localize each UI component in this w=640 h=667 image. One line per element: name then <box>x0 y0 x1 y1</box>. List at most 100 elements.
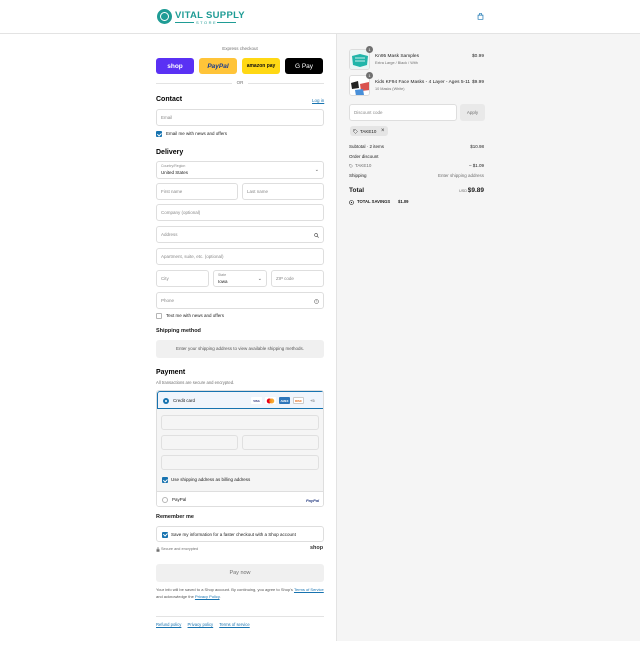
first-name-field[interactable]: First name <box>156 183 238 200</box>
order-discount-label: Order discount <box>349 154 379 159</box>
remember-me-heading: Remember me <box>156 514 194 520</box>
svg-text:?: ? <box>316 300 318 304</box>
terms-text-2: and acknowledge the <box>156 593 194 599</box>
privacy-policy-footer-link[interactable]: Privacy policy <box>188 622 214 627</box>
terms-of-service-link[interactable]: Terms of Service <box>294 587 324 592</box>
state-select[interactable]: State Iowa ⌄ <box>213 270 267 287</box>
paypal-button[interactable]: PayPal <box>199 58 237 74</box>
city-placeholder: City <box>161 276 169 281</box>
terms-of-service-footer-link[interactable]: Terms of service <box>219 622 249 627</box>
text-offers-label: Text me with news and offers <box>166 313 224 318</box>
visa-icon: VISA <box>251 397 262 404</box>
total-savings-label: TOTAL SAVINGS <box>357 199 391 204</box>
last-name-field[interactable]: Last name <box>242 183 324 200</box>
more-cards-count: +5 <box>310 398 315 403</box>
total-value: $9.89 <box>467 187 484 194</box>
savings-tag-icon <box>349 199 354 205</box>
item-name: Kn95 Mask Samples <box>375 54 419 59</box>
applied-discount-code: TAKE10 <box>355 163 372 168</box>
shop-pay-button[interactable]: shop <box>156 58 194 74</box>
tag-icon <box>349 164 353 168</box>
name-on-card-field[interactable] <box>161 455 319 470</box>
pay-now-button[interactable]: Pay now <box>156 564 324 582</box>
help-icon[interactable]: ? <box>314 299 319 304</box>
subtotal-value: $10.98 <box>470 144 484 149</box>
currency-code: USD <box>458 189 467 193</box>
shipping-method-notice: Enter your shipping address to view avai… <box>156 340 324 358</box>
privacy-policy-link[interactable]: Privacy Policy <box>195 594 220 599</box>
expiration-date-field[interactable] <box>161 435 238 450</box>
country-value: United States <box>161 170 189 175</box>
address-placeholder: Address <box>161 232 178 237</box>
login-link[interactable]: Log in <box>312 98 324 103</box>
chevron-down-icon: ⌄ <box>314 167 319 173</box>
amazon-pay-button[interactable]: amazon pay <box>242 58 280 74</box>
email-news-label: Email me with news and offers <box>166 131 227 136</box>
logo-rule-left <box>175 22 194 23</box>
country-label: Country/Region <box>161 164 186 168</box>
brand-subtitle: STORE <box>196 20 218 25</box>
address-field[interactable]: Address <box>156 226 324 243</box>
apply-discount-button[interactable]: Apply <box>460 104 485 121</box>
footer-links: Refund policy Privacy policy Terms of se… <box>156 622 255 627</box>
credit-card-form: Use shipping address as billing address <box>157 409 323 491</box>
first-name-placeholder: First name <box>161 189 183 194</box>
save-info-checkbox[interactable] <box>162 531 168 538</box>
credit-card-label: Credit card <box>173 398 196 403</box>
total-savings-row: TOTAL SAVINGS $1.09 <box>349 199 484 206</box>
phone-placeholder: Phone <box>161 298 175 303</box>
order-discount-row: Order discount <box>349 154 484 161</box>
secure-encrypted-label: Secure and encrypted <box>161 547 199 551</box>
credit-card-radio[interactable] <box>163 397 169 404</box>
zip-placeholder: ZIP code <box>276 276 294 281</box>
discount-code-row: TAKE10 – $1.09 <box>349 163 484 170</box>
apartment-placeholder: Apartment, suite, etc. (optional) <box>161 254 224 259</box>
item-price: $0.99 <box>471 54 484 59</box>
mastercard-icon <box>265 397 276 404</box>
credit-card-option[interactable]: Credit card VISA AMEX DISC +5 <box>157 391 323 409</box>
total-row: Total USD $9.89 <box>349 187 484 197</box>
apartment-field[interactable]: Apartment, suite, etc. (optional) <box>156 248 324 265</box>
discount-code-field[interactable]: Discount code <box>349 104 457 121</box>
total-savings-value: $1.09 <box>398 199 409 204</box>
zip-field[interactable]: ZIP code <box>271 270 324 287</box>
country-select[interactable]: Country/Region United States ⌄ <box>156 161 324 179</box>
amex-icon: AMEX <box>279 397 290 404</box>
billing-address-label: Use shipping address as billing address <box>171 477 251 482</box>
item-variant: Extra Large / Black / With <box>375 61 418 65</box>
email-placeholder: Email <box>161 115 173 120</box>
paypal-option[interactable]: PayPal PayPal <box>157 491 323 506</box>
state-label: State <box>218 273 227 277</box>
shop-terms-text: Your info will be saved to a Shop accoun… <box>156 587 324 600</box>
paypal-label: PayPal <box>172 497 187 502</box>
express-checkout-title: Express checkout <box>222 46 258 51</box>
terms-text-1: Your info will be saved to a Shop accoun… <box>156 587 293 592</box>
remove-discount-icon[interactable]: × <box>381 128 385 134</box>
city-field[interactable]: City <box>156 270 209 287</box>
security-code-field[interactable] <box>242 435 319 450</box>
text-offers-checkbox[interactable] <box>156 313 162 319</box>
email-news-checkbox[interactable] <box>156 131 162 137</box>
item-name: Kids KF94 Face Masks - 4 Layer - Ages 5-… <box>375 80 471 85</box>
billing-address-checkbox[interactable] <box>162 477 168 483</box>
state-value: Iowa <box>218 279 228 284</box>
header: VITAL SUPPLY STORE <box>0 0 640 34</box>
divider-line <box>248 83 324 84</box>
paypal-radio[interactable] <box>162 497 168 503</box>
google-pay-button[interactable]: G Pay <box>285 58 323 74</box>
store-logo-icon[interactable] <box>157 9 172 24</box>
terms-period: . <box>219 593 221 599</box>
email-field[interactable]: Email <box>156 109 324 126</box>
company-field[interactable]: Company (optional) <box>156 204 324 221</box>
card-number-field[interactable] <box>161 415 319 430</box>
item-price: $9.99 <box>471 80 484 85</box>
shopping-bag-icon[interactable] <box>477 13 484 20</box>
subtotal-label: Subtotal · 2 items <box>349 144 385 149</box>
total-label: Total <box>349 187 365 194</box>
logo-rule-right <box>217 22 236 23</box>
refund-policy-link[interactable]: Refund policy <box>156 622 181 627</box>
phone-field[interactable]: Phone ? <box>156 292 324 309</box>
search-icon <box>314 233 319 238</box>
discount-tag-code: TAKE10 <box>360 128 377 134</box>
lock-icon <box>156 547 160 552</box>
